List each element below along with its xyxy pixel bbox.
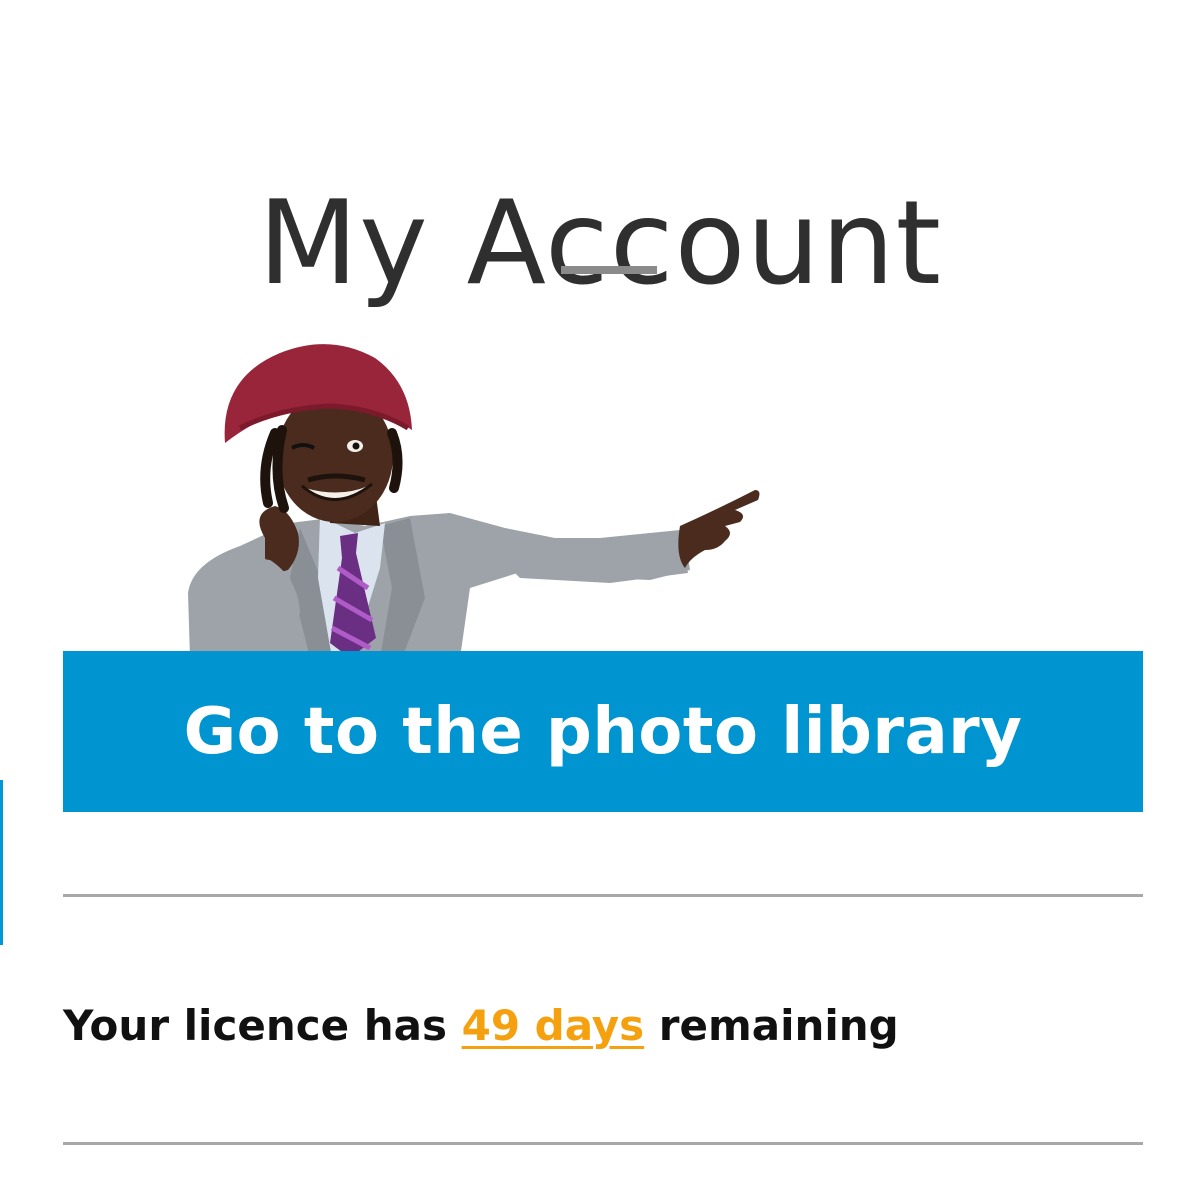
account-page: My Account Go to the photo library Your … (0, 0, 1200, 1200)
licence-prefix: Your licence has (63, 1001, 462, 1050)
go-to-photo-library-label: Go to the photo library (183, 694, 1023, 769)
licence-suffix: remaining (644, 1001, 899, 1050)
licence-days-link[interactable]: 49 days (462, 1001, 645, 1050)
title-underline (561, 266, 657, 274)
divider-top (63, 894, 1143, 897)
divider-bottom (63, 1142, 1143, 1145)
left-edge-accent (0, 780, 3, 945)
pointing-hand (678, 490, 760, 568)
go-to-photo-library-button[interactable]: Go to the photo library (63, 651, 1143, 812)
licence-status: Your licence has 49 days remaining (63, 998, 899, 1054)
page-title: My Account (258, 175, 942, 311)
hero-person-image (188, 344, 760, 658)
